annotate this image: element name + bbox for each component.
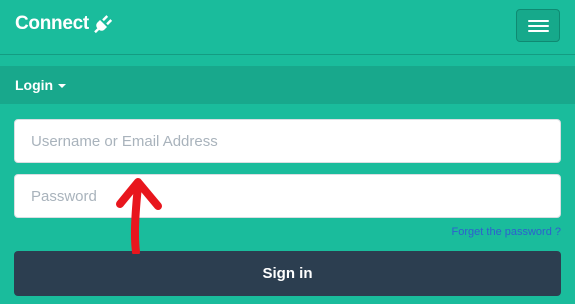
password-input[interactable]: [14, 174, 561, 218]
hamburger-menu-button[interactable]: [516, 9, 560, 42]
forgot-password-link[interactable]: Forget the password ?: [452, 226, 561, 238]
hamburger-menu-icon-line: [528, 25, 549, 27]
brand-name: Connect: [15, 13, 89, 34]
login-header-bar: Login: [0, 66, 575, 104]
hamburger-menu-icon-line: [528, 30, 549, 32]
login-dropdown[interactable]: Login: [15, 77, 67, 93]
hamburger-menu-icon: [528, 20, 549, 22]
plug-icon: [93, 14, 113, 34]
brand[interactable]: Connect: [15, 13, 113, 35]
login-label: Login: [15, 77, 54, 93]
username-input[interactable]: [14, 119, 561, 163]
caret-down-icon: [58, 84, 67, 88]
sign-in-button[interactable]: Sign in: [14, 251, 561, 296]
top-navbar: Connect: [0, 0, 575, 55]
page: Connect Login Username or Email Address …: [0, 0, 575, 304]
